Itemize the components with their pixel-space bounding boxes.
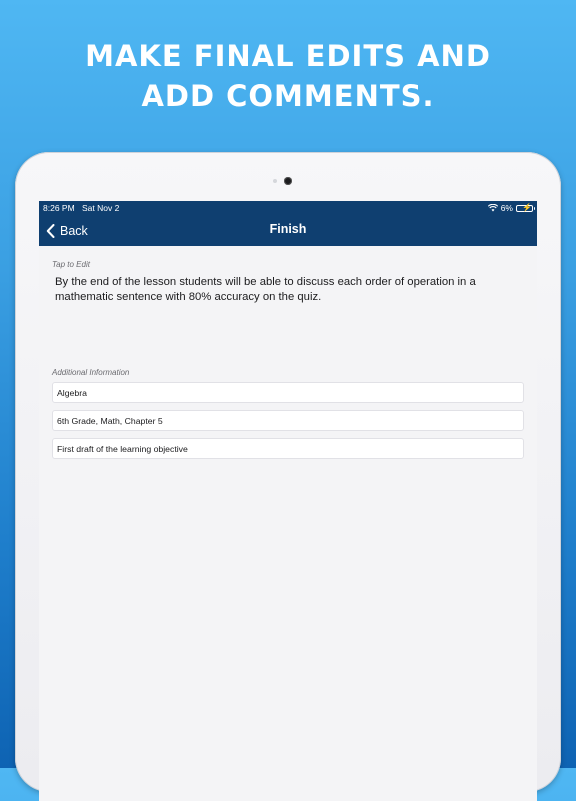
comment-field[interactable]: First draft of the learning objective bbox=[52, 438, 524, 459]
promo-headline-line-1: MAKE FINAL EDITS AND bbox=[85, 39, 491, 73]
finish-content: Tap to Edit By the end of the lesson stu… bbox=[39, 246, 537, 801]
tablet-camera bbox=[284, 177, 292, 185]
status-time: 8:26 PM bbox=[43, 203, 75, 213]
wifi-icon bbox=[487, 204, 498, 212]
navigation-bar: 8:26 PM Sat Nov 2 6% ⚡ Back Finish bbox=[39, 201, 537, 246]
subject-field[interactable]: Algebra bbox=[52, 382, 524, 403]
additional-info-list: Algebra 6th Grade, Math, Chapter 5 First… bbox=[52, 382, 524, 459]
additional-info-label: Additional Information bbox=[52, 368, 130, 377]
tablet-sensor bbox=[273, 179, 277, 183]
objective-text-editor[interactable]: By the end of the lesson students will b… bbox=[55, 275, 524, 357]
status-indicators: 6% ⚡ bbox=[487, 201, 535, 215]
battery-icon: ⚡ bbox=[516, 202, 535, 212]
app-screen: 8:26 PM Sat Nov 2 6% ⚡ Back Finish Tap t… bbox=[39, 201, 537, 801]
promo-headline: MAKE FINAL EDITS AND ADD COMMENTS. bbox=[0, 36, 576, 116]
grade-course-field[interactable]: 6th Grade, Math, Chapter 5 bbox=[52, 410, 524, 431]
tablet-frame: 8:26 PM Sat Nov 2 6% ⚡ Back Finish Tap t… bbox=[15, 152, 561, 801]
battery-percent: 6% bbox=[500, 203, 513, 213]
tap-to-edit-label: Tap to Edit bbox=[52, 260, 90, 269]
status-bar: 8:26 PM Sat Nov 2 6% ⚡ bbox=[39, 201, 537, 215]
promo-headline-line-2: ADD COMMENTS. bbox=[141, 79, 435, 113]
charging-bolt-icon: ⚡ bbox=[522, 202, 532, 212]
status-date: Sat Nov 2 bbox=[82, 203, 120, 213]
page-title: Finish bbox=[269, 222, 307, 236]
